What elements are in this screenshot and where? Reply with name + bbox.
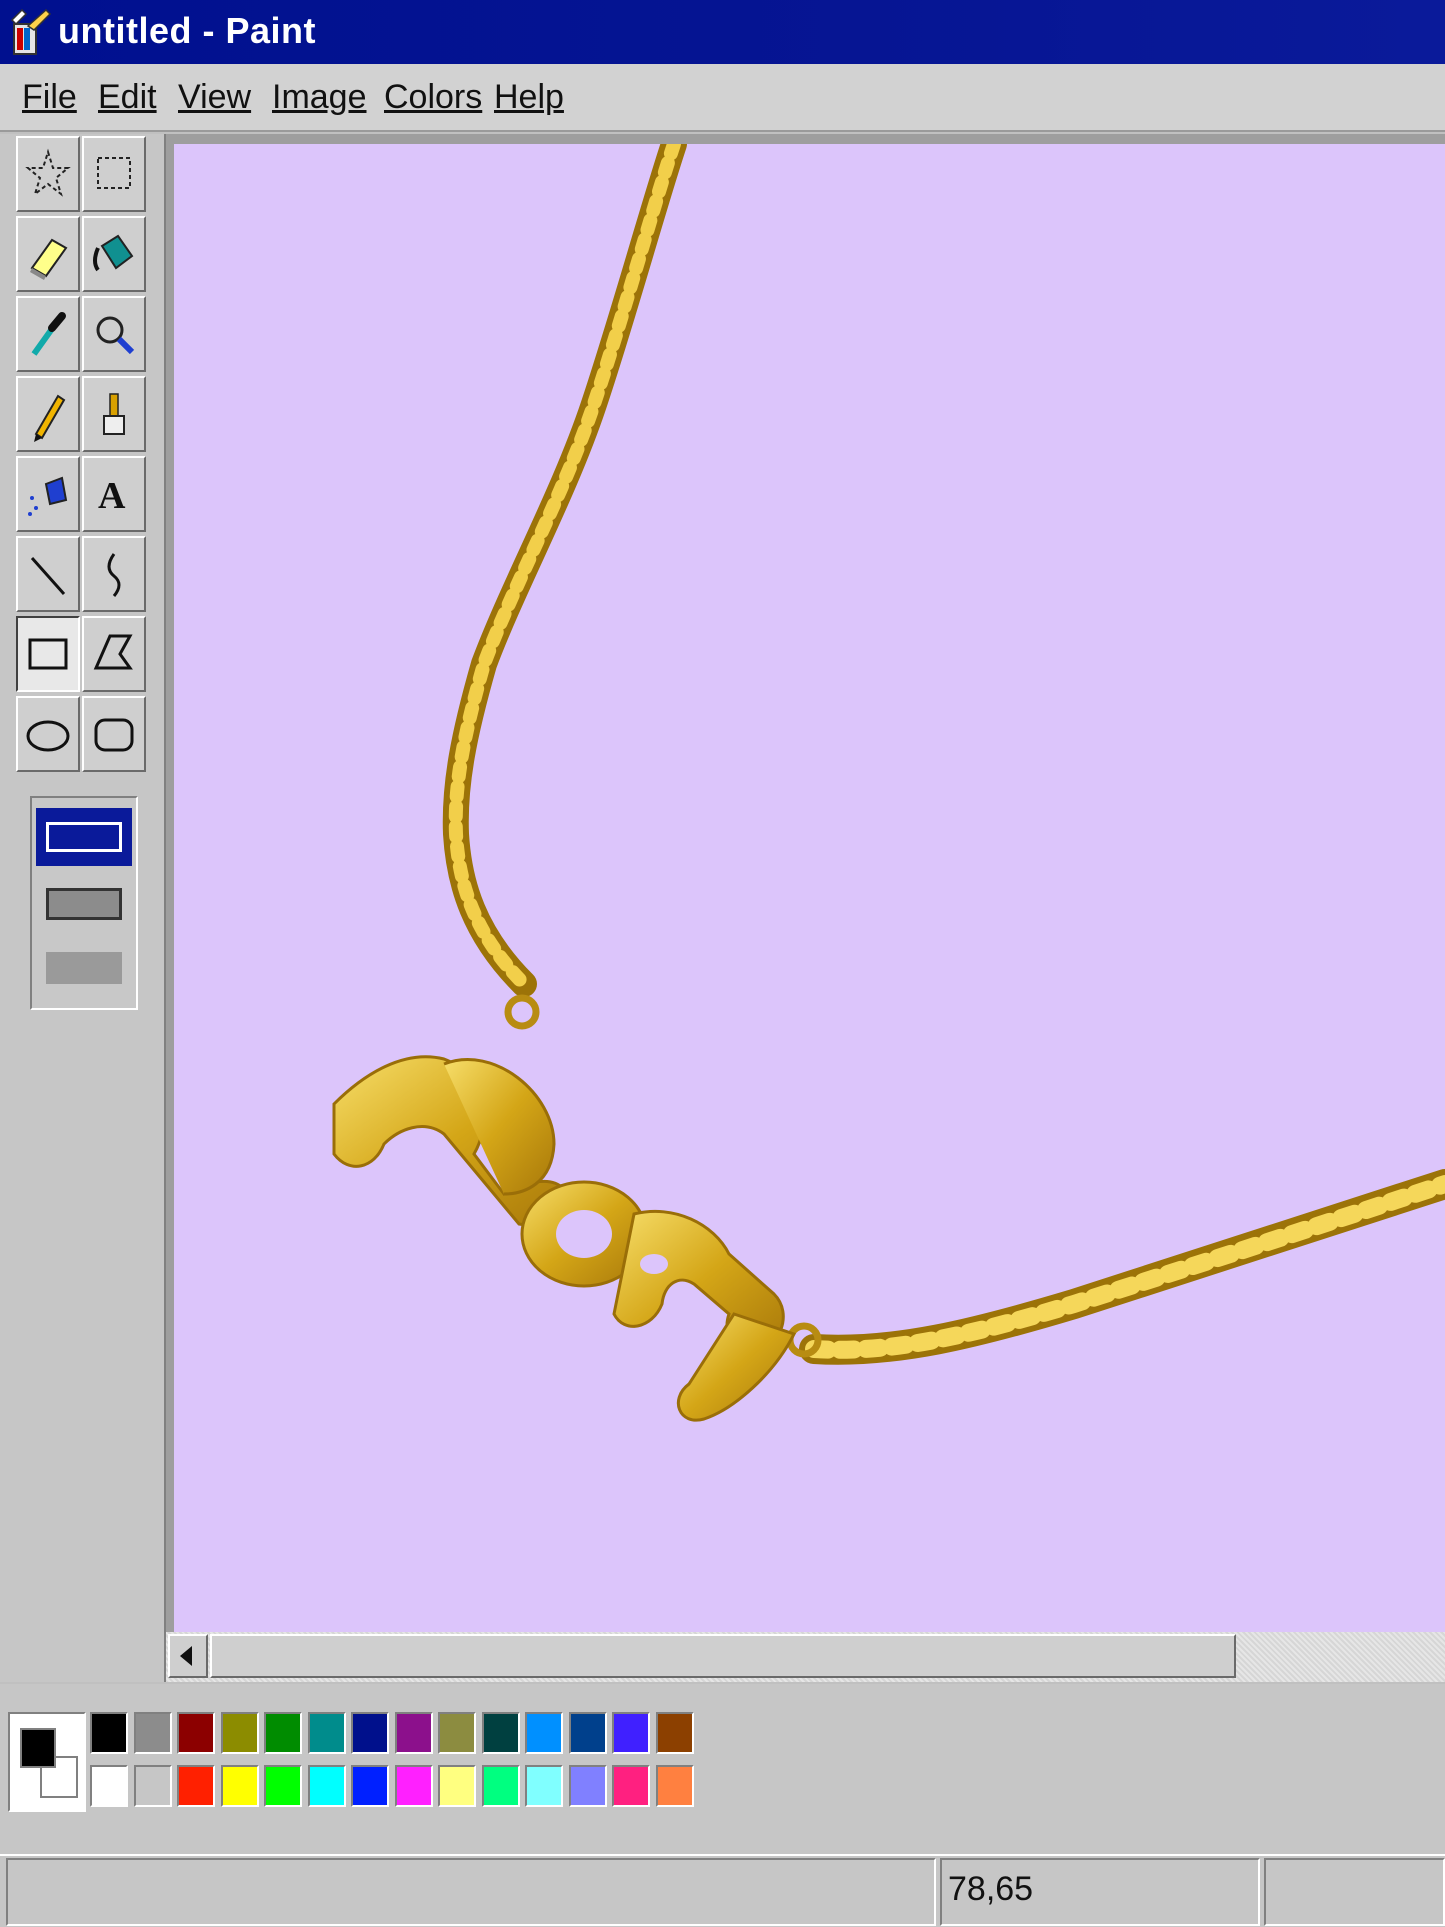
menu-help[interactable]: Help xyxy=(494,78,564,117)
menu-file[interactable]: File xyxy=(22,78,77,117)
outline-sample xyxy=(46,822,122,852)
palette-swatch[interactable] xyxy=(481,1765,520,1807)
drawing-canvas[interactable] xyxy=(174,131,1445,1632)
tool-curve[interactable] xyxy=(82,536,146,612)
palette-swatch[interactable] xyxy=(612,1712,650,1754)
palette-swatch[interactable] xyxy=(568,1765,607,1807)
tool-pick-color[interactable] xyxy=(16,296,80,372)
airbrush-icon xyxy=(28,476,68,516)
palette-swatch[interactable] xyxy=(438,1712,476,1754)
menu-help-label: Help xyxy=(494,78,564,116)
menu-view[interactable]: View xyxy=(178,78,251,117)
eyedropper-icon xyxy=(31,312,66,356)
menu-colors-label: Colors xyxy=(384,78,483,116)
tool-pencil[interactable] xyxy=(16,376,80,452)
palette-swatch[interactable] xyxy=(307,1765,346,1807)
eraser-icon xyxy=(30,238,68,280)
menu-edit[interactable]: Edit xyxy=(98,78,157,117)
magnifier-icon xyxy=(96,316,135,355)
fill-option-outline[interactable] xyxy=(36,808,132,866)
palette-swatch[interactable] xyxy=(177,1712,215,1754)
gold-necklace-image xyxy=(332,131,1445,1422)
menu-file-label: File xyxy=(22,78,77,116)
arrow-left-icon xyxy=(180,1646,192,1666)
palette-swatch[interactable] xyxy=(394,1765,433,1807)
menu-image[interactable]: Image xyxy=(272,78,367,117)
fill-option-outline-fill[interactable] xyxy=(46,888,122,920)
menu-view-label: View xyxy=(178,78,252,116)
palette-swatch[interactable] xyxy=(568,1712,607,1754)
palette-swatch[interactable] xyxy=(394,1712,433,1754)
tool-text[interactable]: A xyxy=(82,456,146,532)
palette-swatch[interactable] xyxy=(264,1765,302,1807)
current-colors[interactable] xyxy=(8,1712,86,1812)
tool-brush[interactable] xyxy=(82,376,146,452)
line-icon xyxy=(30,557,66,595)
menu-bar: File Edit View Image Colors Help xyxy=(0,64,1445,132)
window-title: untitled - Paint xyxy=(58,10,316,51)
menu-colors[interactable]: Colors xyxy=(384,78,482,117)
palette-swatch[interactable] xyxy=(612,1765,650,1807)
tool-eraser[interactable] xyxy=(16,216,80,292)
palette-swatch[interactable] xyxy=(525,1765,563,1807)
tool-ellipse[interactable] xyxy=(16,696,80,772)
palette-swatch[interactable] xyxy=(655,1765,694,1807)
paint-bucket-icon xyxy=(93,234,134,272)
palette-swatch[interactable] xyxy=(90,1712,128,1754)
text-icon: A xyxy=(98,475,126,517)
palette-swatch[interactable] xyxy=(438,1765,476,1807)
menu-image-label: Image xyxy=(272,78,367,116)
tool-line[interactable] xyxy=(16,536,80,612)
palette-swatch[interactable] xyxy=(133,1765,172,1807)
status-size-cell xyxy=(1264,1858,1445,1926)
scroll-thumb[interactable] xyxy=(210,1634,1236,1678)
palette-swatch[interactable] xyxy=(351,1765,389,1807)
rounded-rect-icon xyxy=(94,718,134,752)
palette-swatch[interactable] xyxy=(351,1712,389,1754)
tool-fill[interactable] xyxy=(82,216,146,292)
paint-app-icon[interactable] xyxy=(8,8,52,58)
title-bar: untitled - Paint xyxy=(0,0,1445,64)
tool-rectangle[interactable] xyxy=(16,616,80,692)
palette-swatch[interactable] xyxy=(220,1765,259,1807)
cursor-coordinates: 78,65 xyxy=(948,1870,1034,1908)
tool-rounded-rectangle[interactable] xyxy=(82,696,146,772)
palette-swatch[interactable] xyxy=(133,1712,172,1754)
foreground-color-swatch xyxy=(20,1728,56,1768)
polygon-icon xyxy=(93,634,133,670)
tool-polygon[interactable] xyxy=(82,616,146,692)
tool-select[interactable] xyxy=(82,136,146,212)
star-select-icon xyxy=(25,148,71,197)
palette-swatch[interactable] xyxy=(220,1712,259,1754)
pencil-icon xyxy=(34,394,66,442)
ellipse-icon xyxy=(26,720,70,752)
fill-style-options xyxy=(30,796,138,1010)
palette-swatch[interactable] xyxy=(307,1712,346,1754)
tool-magnifier[interactable] xyxy=(82,296,146,372)
palette-swatch[interactable] xyxy=(177,1765,215,1807)
palette-swatch[interactable] xyxy=(481,1712,520,1754)
brush-icon xyxy=(103,393,125,435)
scroll-left-button[interactable] xyxy=(168,1634,208,1678)
palette-swatch[interactable] xyxy=(90,1765,128,1807)
tool-free-form-select[interactable] xyxy=(16,136,80,212)
rectangle-icon xyxy=(28,638,68,670)
fill-option-fill[interactable] xyxy=(46,952,122,984)
color-box xyxy=(0,1684,1445,1854)
tool-airbrush[interactable] xyxy=(16,456,80,532)
palette-swatch[interactable] xyxy=(525,1712,563,1754)
svg-text:A: A xyxy=(98,475,126,517)
rect-select-icon xyxy=(97,157,131,189)
palette-swatch[interactable] xyxy=(655,1712,694,1754)
menu-edit-label: Edit xyxy=(98,78,157,116)
palette-swatch[interactable] xyxy=(264,1712,302,1754)
status-help-cell xyxy=(6,1858,936,1926)
curve-icon xyxy=(107,553,121,597)
